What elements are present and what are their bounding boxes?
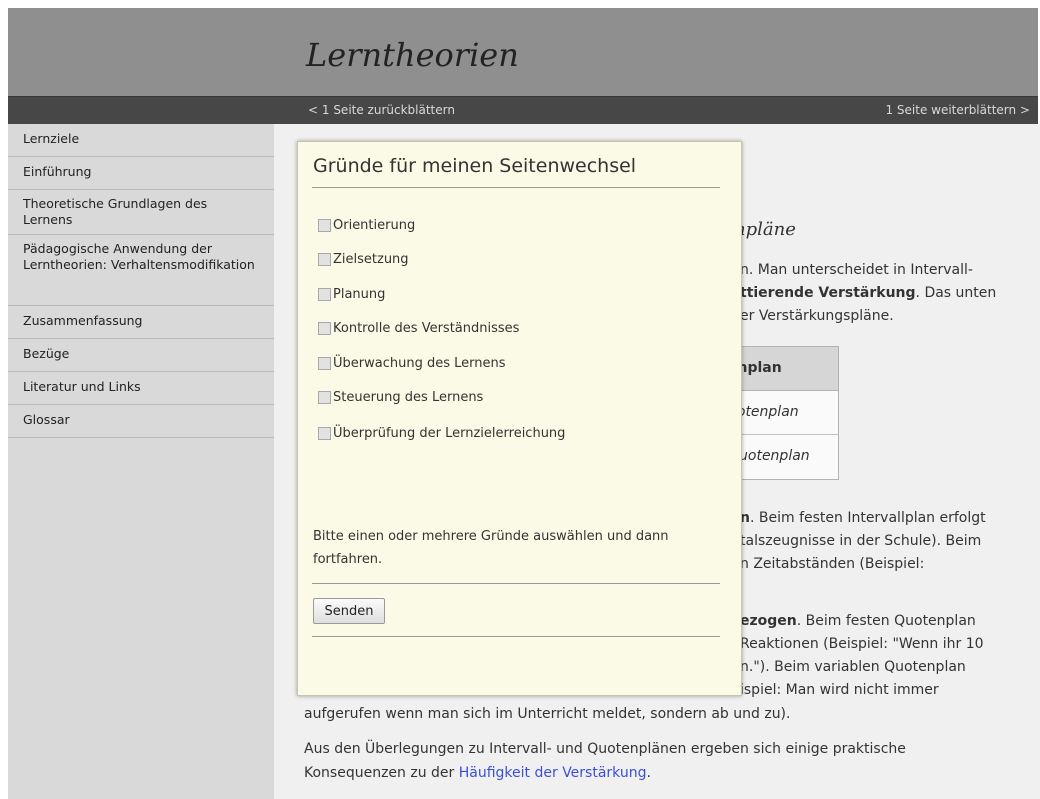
option-label: Orientierung: [333, 218, 416, 233]
divider: [312, 636, 720, 637]
page-change-reasons-dialog: Gründe für meinen Seitenwechsel Orientie…: [297, 141, 742, 696]
next-page-link[interactable]: 1 Seite weiterblättern >: [885, 103, 1030, 117]
sidebar-item-einfuehrung[interactable]: Einführung: [8, 157, 274, 190]
paragraph-text: n."). Beim variablen Quotenplan: [740, 659, 966, 675]
page-title: Lerntheorien: [306, 36, 519, 74]
paragraph-text-bold: ezogen: [740, 613, 797, 629]
send-button[interactable]: Senden: [313, 598, 385, 624]
dialog-hint-text: Bitte einen oder mehrere Gründe auswähle…: [313, 529, 669, 567]
page-header: Lerntheorien: [8, 8, 1038, 96]
paragraph-text: n. Man unterscheidet in Intervall-: [740, 262, 973, 278]
sidebar-item-paedagogische-anwendung[interactable]: Pädagogische Anwendung der Lerntheorien:…: [8, 235, 274, 306]
option-label: Überprüfung der Lernzielerreichung: [333, 426, 566, 441]
option-planung[interactable]: Planung: [318, 287, 385, 302]
paragraph-text: Konsequenzen zu der: [304, 765, 459, 781]
option-label: Überwachung des Lernens: [333, 356, 506, 371]
option-ueberpruefung-der-lernzielerreichung[interactable]: Überprüfung der Lernzielerreichung: [318, 426, 565, 441]
paragraph-text: . Beim festen Intervallplan erfolgt: [749, 510, 986, 526]
option-label: Kontrolle des Verständnisses: [333, 321, 520, 336]
checkbox[interactable]: [318, 427, 331, 440]
sidebar-item-zusammenfassung[interactable]: Zusammenfassung: [8, 306, 274, 339]
previous-page-link[interactable]: < 1 Seite zurückblättern: [308, 103, 455, 117]
paragraph-text: Reaktionen (Beispiel: "Wenn ihr 10: [740, 636, 984, 652]
option-kontrolle-des-verstaendnisses[interactable]: Kontrolle des Verständnisses: [318, 321, 519, 336]
sidebar-item-lernziele[interactable]: Lernziele: [8, 124, 274, 157]
checkbox[interactable]: [318, 391, 331, 404]
paragraph-text: ttierende Verstärkung. Das unten: [740, 282, 996, 304]
paragraph-text: ispiel: Man wird nicht immer: [740, 682, 939, 698]
sidebar-item-glossar[interactable]: Glossar: [8, 405, 274, 438]
option-label: Steuerung des Lernens: [333, 390, 484, 405]
sidebar: Lernziele Einführung Theoretische Grundl…: [8, 124, 274, 799]
paragraph-text: . Das unten: [915, 285, 997, 301]
paragraph-text: Konsequenzen zu der Häufigkeit der Verst…: [304, 762, 651, 784]
dialog-title: Gründe für meinen Seitenwechsel: [313, 155, 637, 177]
checkbox[interactable]: [318, 219, 331, 232]
sidebar-item-theoretische-grundlagen[interactable]: Theoretische Grundlagen des Lernens: [8, 190, 274, 235]
paragraph-text-bold: ttierende Verstärkung: [740, 285, 916, 301]
sidebar-item-literatur-und-links[interactable]: Literatur und Links: [8, 372, 274, 405]
paragraph-text: ezogen. Beim festen Quotenplan: [740, 610, 976, 632]
paragraph-text: aufgerufen wenn man sich im Unterricht m…: [304, 706, 791, 722]
option-ueberwachung-des-lernens[interactable]: Überwachung des Lernens: [318, 356, 506, 371]
paragraph-text: er Verstärkungspläne.: [740, 308, 894, 324]
sidebar-item-bezuege[interactable]: Bezüge: [8, 339, 274, 372]
option-orientierung[interactable]: Orientierung: [318, 218, 415, 233]
option-zielsetzung[interactable]: Zielsetzung: [318, 252, 409, 267]
checkbox[interactable]: [318, 322, 331, 335]
paragraph-text: . Beim festen Quotenplan: [796, 613, 976, 629]
checkbox[interactable]: [318, 288, 331, 301]
checkbox[interactable]: [318, 253, 331, 266]
paragraph-text: .: [646, 765, 651, 781]
option-steuerung-des-lernens[interactable]: Steuerung des Lernens: [318, 390, 483, 405]
paragraph-text: n. Beim festen Intervallplan erfolgt: [740, 507, 986, 529]
checkbox[interactable]: [318, 357, 331, 370]
divider: [312, 583, 720, 584]
section-subheading: npläne: [734, 219, 796, 240]
option-label: Planung: [333, 287, 386, 302]
paragraph-text: Aus den Überlegungen zu Intervall- und Q…: [304, 741, 906, 757]
page-navigation-bar: < 1 Seite zurückblättern 1 Seite weiterb…: [8, 96, 1038, 125]
paragraph-text: n Zeitabständen (Beispiel:: [740, 556, 925, 572]
divider: [312, 187, 720, 188]
paragraph-text: talszeugnisse in der Schule). Beim: [740, 533, 982, 549]
reinforcement-frequency-link[interactable]: Häufigkeit der Verstärkung: [459, 765, 647, 781]
option-label: Zielsetzung: [333, 252, 409, 267]
